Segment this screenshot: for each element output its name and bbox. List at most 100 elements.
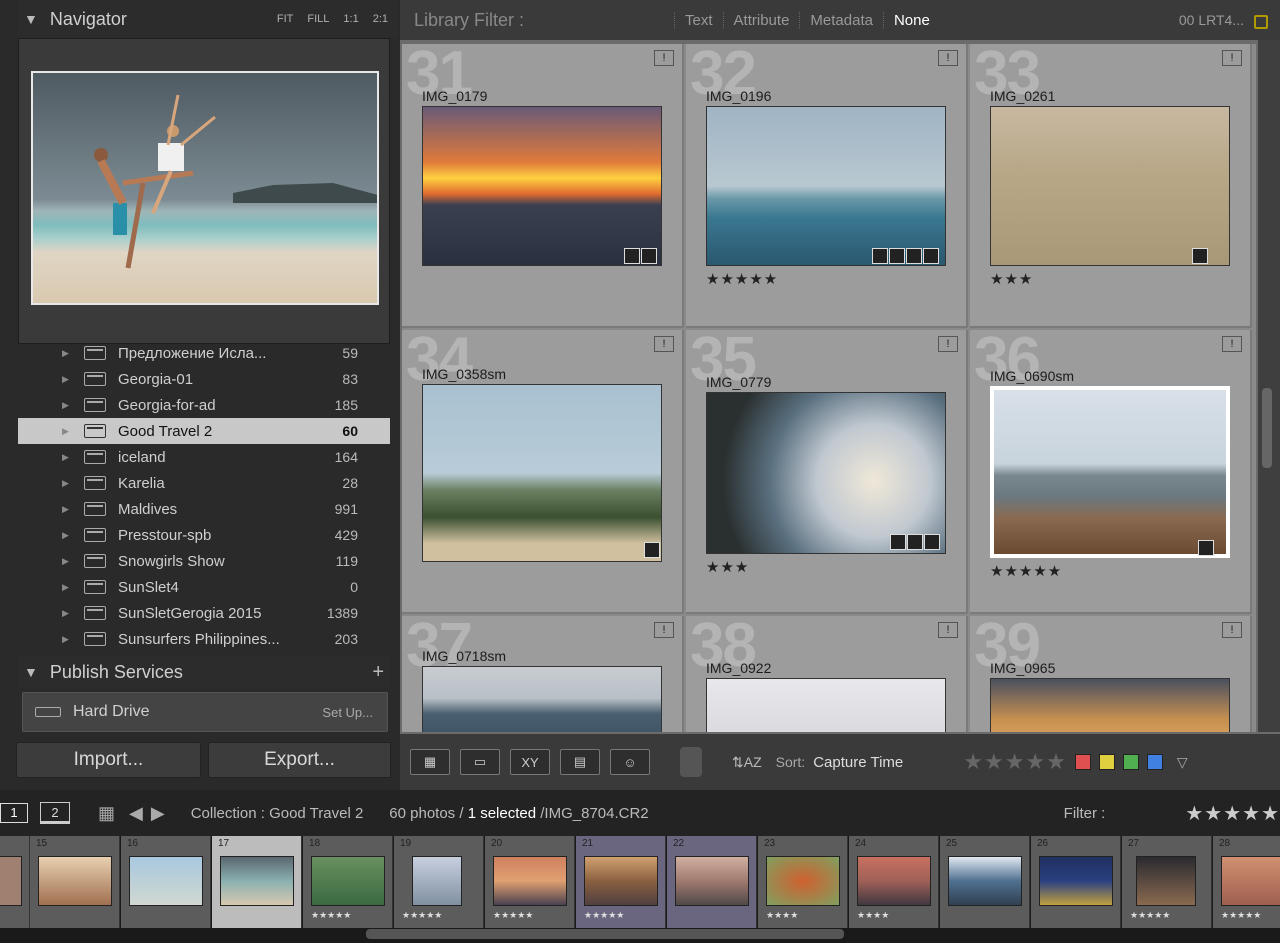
grid-cell[interactable]: 37 ! IMG_0718sm (402, 616, 684, 732)
expand-arrow-icon[interactable]: ▶ (62, 530, 74, 541)
flag-icon[interactable]: ! (938, 336, 958, 352)
filter-tab-attribute[interactable]: Attribute (722, 11, 800, 29)
collection-row[interactable]: ▶ Sunsurfers Philippines... 203 (18, 626, 390, 652)
painter-spray-icon[interactable] (680, 747, 702, 777)
collapse-triangle-icon[interactable]: ▼ (24, 664, 38, 680)
toolbar-rating-stars[interactable]: ★★★★★ (963, 749, 1067, 775)
collection-row[interactable]: ▶ Georgia-for-ad 185 (18, 392, 390, 418)
expand-arrow-icon[interactable]: ▶ (62, 426, 74, 437)
star-rating[interactable]: ★★★★★ (706, 270, 778, 288)
wave-splash-thumbnail[interactable] (706, 392, 946, 554)
sort-select[interactable]: Capture Time (813, 754, 903, 771)
film-thumbnail[interactable] (0, 856, 22, 906)
setup-button[interactable]: Set Up... (322, 705, 373, 720)
expand-arrow-icon[interactable]: ▶ (62, 452, 74, 463)
collection-row[interactable]: ▶ iceland 164 (18, 444, 390, 470)
collection-row[interactable]: ▶ Karelia 28 (18, 470, 390, 496)
collection-row[interactable]: ▶ SunSletGerogia 2015 1389 (18, 600, 390, 626)
film-thumbnail[interactable] (766, 856, 840, 906)
expand-arrow-icon[interactable]: ▶ (62, 556, 74, 567)
zoom-fill[interactable]: FILL (307, 13, 329, 25)
color-label-blue[interactable] (1146, 754, 1163, 770)
film-thumbnail[interactable] (493, 856, 567, 906)
film-cell[interactable]: 15 (0, 836, 30, 928)
film-thumbnail[interactable] (220, 856, 294, 906)
film-cell[interactable]: 15 (30, 836, 120, 928)
filmstrip-rating-filter[interactable]: ★★★★★ (1185, 801, 1280, 826)
film-thumbnail[interactable] (38, 856, 112, 906)
navigator-photo[interactable] (31, 71, 379, 305)
film-thumbnail[interactable] (675, 856, 749, 906)
grid-cell[interactable]: 33 ! IMG_0261 ★★★ (970, 44, 1252, 328)
people-view-icon[interactable]: ☺ (610, 749, 650, 775)
film-thumbnail[interactable] (311, 856, 385, 906)
film-thumbnail[interactable] (412, 856, 462, 906)
flag-icon[interactable]: ! (938, 50, 958, 66)
film-thumbnail[interactable] (1221, 856, 1280, 906)
expand-arrow-icon[interactable]: ▶ (62, 400, 74, 411)
collection-row-selected[interactable]: ▶ Good Travel 2 60 (18, 418, 390, 444)
grid-view-icon[interactable]: ▦ (410, 749, 450, 775)
film-thumbnail[interactable] (1136, 856, 1196, 906)
selected-file-path[interactable]: /IMG_8704.CR2 (540, 805, 648, 822)
nav-arrows-icon[interactable]: ◀▶ (129, 803, 173, 824)
lifeguard-tower-thumbnail[interactable] (422, 384, 662, 562)
film-cell[interactable]: 27 ★★★★★ (1122, 836, 1212, 928)
flag-icon[interactable]: ! (654, 622, 674, 638)
film-thumbnail[interactable] (584, 856, 658, 906)
film-cell[interactable]: 21 ★★★★★ (576, 836, 666, 928)
expand-arrow-icon[interactable]: ▶ (62, 608, 74, 619)
film-thumbnail[interactable] (857, 856, 931, 906)
grid-cell[interactable]: 38 ! IMG_0922 (686, 616, 968, 732)
expand-arrow-icon[interactable]: ▶ (62, 348, 74, 359)
lock-icon[interactable] (1254, 15, 1268, 29)
collection-row[interactable]: ▶ SunSlet4 0 (18, 574, 390, 600)
color-label-green[interactable] (1122, 754, 1139, 770)
grid-cell[interactable]: 36 ! IMG_0690sm ★★★★★ (970, 330, 1252, 614)
grid-cell[interactable]: 39 ! IMG_0965 (970, 616, 1252, 732)
sort-direction-icon[interactable]: ⇅AZ (732, 754, 762, 771)
collection-row[interactable]: ▶ Maldives 991 (18, 496, 390, 522)
zoom-1-1[interactable]: 1:1 (343, 13, 358, 25)
grid-scrollbar[interactable] (1258, 40, 1280, 732)
filter-preset-select[interactable]: 00 LRT4... (1179, 12, 1244, 28)
navigator-header[interactable]: ▼ Navigator FIT FILL 1:1 2:1 (18, 0, 398, 38)
film-cell[interactable]: 28 ★★★★★ (1213, 836, 1280, 928)
star-rating[interactable]: ★★★ (706, 558, 749, 576)
loupe-view-icon[interactable]: ▭ (460, 749, 500, 775)
film-cell[interactable]: 18 ★★★★★ (303, 836, 393, 928)
secondary-monitor-button[interactable]: 2 (40, 802, 70, 824)
sea-thumbnail[interactable] (422, 666, 662, 732)
zoom-2-1[interactable]: 2:1 (373, 13, 388, 25)
toolbar-options-chevron-icon[interactable]: ▽ (1177, 754, 1188, 771)
grid-shortcut-icon[interactable]: ▦ (98, 803, 115, 824)
collection-row[interactable]: ▶ Presstour-spb 429 (18, 522, 390, 548)
film-cell[interactable]: 20 ★★★★★ (485, 836, 575, 928)
color-label-red[interactable] (1074, 754, 1091, 770)
film-cell[interactable]: 22 (667, 836, 757, 928)
film-thumbnail[interactable] (948, 856, 1022, 906)
expand-arrow-icon[interactable]: ▶ (62, 582, 74, 593)
flag-icon[interactable]: ! (654, 336, 674, 352)
import-button[interactable]: Import... (16, 742, 201, 778)
star-rating[interactable]: ★★★★★ (990, 562, 1062, 580)
film-thumbnail[interactable] (1039, 856, 1113, 906)
star-rating[interactable]: ★★★ (990, 270, 1033, 288)
filter-tab-none[interactable]: None (882, 11, 940, 29)
color-label-yellow[interactable] (1098, 754, 1115, 770)
beach-vendor-thumbnail[interactable] (990, 106, 1230, 266)
expand-arrow-icon[interactable]: ▶ (62, 504, 74, 515)
sunset-thumbnail[interactable] (422, 106, 662, 266)
people-thumbnail[interactable] (706, 678, 946, 732)
filter-tab-metadata[interactable]: Metadata (799, 11, 883, 29)
flag-icon[interactable]: ! (1222, 50, 1242, 66)
flag-icon[interactable]: ! (938, 622, 958, 638)
flag-icon[interactable]: ! (1222, 622, 1242, 638)
export-button[interactable]: Export... (208, 742, 391, 778)
expand-arrow-icon[interactable]: ▶ (62, 634, 74, 645)
filmstrip-scrollbar[interactable] (366, 929, 844, 939)
surf-thumbnail[interactable] (706, 106, 946, 266)
film-cell[interactable]: 16 (121, 836, 211, 928)
film-cell[interactable]: 25 (940, 836, 1030, 928)
expand-arrow-icon[interactable]: ▶ (62, 374, 74, 385)
